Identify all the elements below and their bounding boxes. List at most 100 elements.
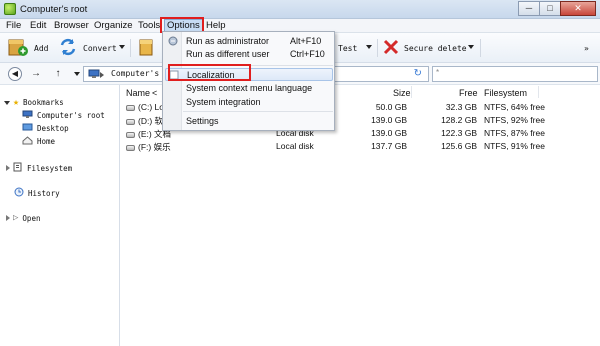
test-button[interactable]: Test [338, 37, 357, 59]
sidebar-section-label: Bookmarks [23, 98, 64, 107]
more-tools-button[interactable]: » [584, 37, 589, 59]
forward-button[interactable]: → [29, 67, 43, 81]
drive-filesystem: NTFS, 91% free [484, 141, 545, 151]
drive-icon [126, 144, 135, 151]
menu-item-label: Localization [187, 70, 235, 80]
expand-chevron-icon[interactable] [4, 100, 10, 105]
column-header-name[interactable]: Name [126, 88, 150, 98]
sidebar-item-label: Desktop [37, 124, 69, 133]
maximize-button[interactable]: □ [539, 1, 561, 16]
menu-help[interactable]: Help [206, 20, 226, 31]
delete-x-icon [383, 39, 399, 57]
filesystem-icon [13, 162, 23, 174]
menu-organize[interactable]: Organize [94, 20, 133, 31]
open-icon: ▷ [13, 213, 19, 223]
menu-browser[interactable]: Browser [54, 20, 89, 31]
menu-separator [183, 65, 333, 66]
refresh-icon[interactable]: ↻ [414, 68, 422, 79]
checkbox-icon [169, 70, 179, 82]
drive-free: 122.3 GB [441, 128, 477, 138]
convert-arrows-icon [58, 37, 78, 59]
window-controls: ─ □ ✕ [518, 1, 596, 16]
history-dropdown-icon[interactable] [74, 72, 80, 76]
title-bar: Computer's root ─ □ ✕ [0, 0, 600, 19]
drive-icon [126, 131, 135, 138]
menu-item-localization[interactable]: Localization [165, 68, 333, 81]
drive-size: 137.7 GB [371, 141, 407, 151]
menu-separator [183, 111, 333, 112]
add-button[interactable]: Add [7, 37, 48, 59]
sidebar-item-home[interactable]: Home [22, 136, 55, 147]
sidebar-section-history[interactable]: History [14, 187, 60, 199]
computer-icon [22, 110, 33, 121]
home-icon [22, 136, 33, 147]
secure-delete-dropdown-icon[interactable] [468, 45, 474, 49]
app-logo-icon [4, 3, 16, 15]
menu-item-run-as-different-user[interactable]: Run as different user Ctrl+F10 [163, 48, 334, 61]
drive-filesystem: NTFS, 92% free [484, 115, 545, 125]
back-button[interactable]: ◀ [8, 67, 22, 81]
sidebar-section-label: Filesystem [27, 163, 73, 173]
toolbar-separator [480, 39, 481, 57]
drive-size: 139.0 GB [371, 128, 407, 138]
convert-button[interactable]: Convert [58, 37, 117, 59]
minimize-button[interactable]: ─ [518, 1, 540, 16]
sidebar: ★ Bookmarks Computer's root Desktop Home… [0, 85, 120, 346]
sidebar-item-computers-root[interactable]: Computer's root [22, 110, 105, 121]
convert-label: Convert [83, 43, 117, 53]
desktop-icon [22, 123, 33, 134]
test-dropdown-icon[interactable] [366, 45, 372, 49]
menu-item-label: Settings [186, 116, 219, 126]
clock-icon [14, 187, 24, 199]
menu-item-system-integration[interactable]: System integration [163, 96, 334, 109]
menu-item-context-menu-language[interactable]: System context menu language [163, 82, 334, 95]
sidebar-item-desktop[interactable]: Desktop [22, 123, 69, 134]
expand-chevron-icon[interactable] [6, 165, 10, 171]
column-separator[interactable] [411, 86, 412, 98]
search-box[interactable]: * [432, 66, 598, 82]
sidebar-section-open[interactable]: ▷ Open [6, 213, 40, 223]
window-title: Computer's root [20, 4, 88, 15]
up-button[interactable]: ↑ [51, 67, 65, 81]
menu-item-shortcut: Alt+F10 [290, 36, 322, 46]
sort-ascending-icon: < [152, 88, 158, 98]
menu-item-run-as-administrator[interactable]: Run as administrator Alt+F10 [163, 35, 334, 48]
menu-item-settings[interactable]: Settings [163, 115, 334, 128]
close-button[interactable]: ✕ [560, 1, 596, 16]
drive-name: (D:) 软 [126, 115, 163, 127]
path-chevron-icon [100, 72, 104, 78]
add-label: Add [34, 43, 49, 53]
column-header-free[interactable]: Free [459, 88, 478, 98]
drive-free: 128.2 GB [441, 115, 477, 125]
sidebar-section-bookmarks[interactable]: ★ Bookmarks [4, 97, 64, 108]
more-chevron-icon: » [584, 43, 589, 53]
column-header-size[interactable]: Size [393, 88, 411, 98]
drive-filesystem: NTFS, 87% free [484, 128, 545, 138]
drive-free: 32.3 GB [445, 102, 477, 112]
expand-chevron-icon[interactable] [6, 215, 10, 221]
secure-delete-button[interactable]: Secure delete [383, 37, 467, 59]
menu-tools[interactable]: Tools [138, 20, 160, 31]
menu-file[interactable]: File [6, 20, 21, 31]
drive-filesystem: NTFS, 64% free [484, 102, 545, 112]
computer-icon [88, 69, 100, 81]
menu-item-label: System integration [186, 97, 261, 107]
drive-free: 125.6 GB [441, 141, 477, 151]
secure-delete-label: Secure delete [404, 43, 467, 53]
add-archive-icon [7, 37, 29, 59]
column-header-filesystem[interactable]: Filesystem [484, 88, 527, 98]
drive-size: 139.0 GB [371, 115, 407, 125]
toolbar-separator [377, 39, 378, 57]
menu-item-label: Run as administrator [186, 36, 270, 46]
table-row[interactable]: (F:) 娱乐 Local disk 137.7 GB 125.6 GB NTF… [121, 140, 600, 153]
sidebar-section-label: History [28, 188, 60, 198]
extract-button[interactable] [137, 37, 162, 59]
menu-edit[interactable]: Edit [30, 20, 46, 31]
convert-dropdown-icon[interactable] [119, 45, 125, 49]
test-label: Test [338, 43, 358, 53]
drive-icon [126, 118, 135, 125]
sidebar-section-filesystem[interactable]: Filesystem [6, 162, 72, 174]
column-separator[interactable] [538, 86, 539, 98]
sidebar-section-label: Open [22, 213, 41, 223]
toolbar-separator [130, 39, 131, 57]
